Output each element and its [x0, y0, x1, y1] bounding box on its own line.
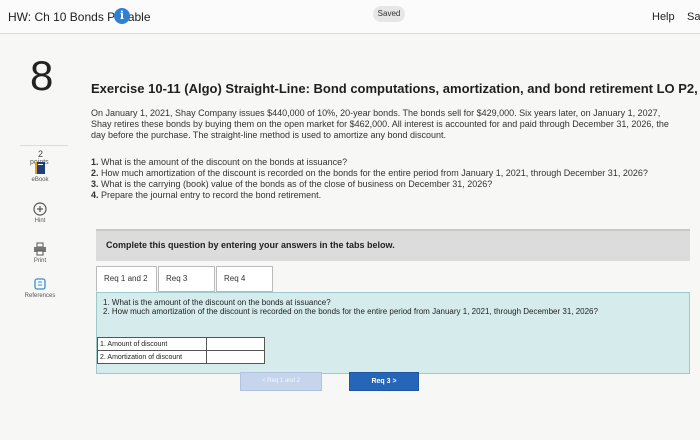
question-item: 4. Prepare the journal entry to record t… — [91, 190, 671, 201]
hint-button[interactable]: Hint — [0, 202, 80, 224]
question-number-1: 1. — [91, 157, 99, 167]
question-number-3: 3. — [91, 179, 99, 189]
question-number-4: 4. — [91, 190, 99, 200]
instruction-bar: Complete this question by entering your … — [96, 229, 690, 261]
next-req-button[interactable]: Req 3 > — [349, 372, 419, 391]
print-icon — [34, 242, 46, 256]
prev-req-button[interactable]: < Req 1 and 2 — [240, 372, 322, 391]
tab-req-4[interactable]: Req 4 — [216, 266, 273, 292]
question-text-2: How much amortization of the discount is… — [101, 168, 648, 178]
question-text-1: What is the amount of the discount on th… — [101, 157, 348, 167]
info-icon[interactable]: i — [114, 8, 130, 24]
answer-question-2: 2. How much amortization of the discount… — [103, 307, 598, 316]
instruction-text: Complete this question by entering your … — [106, 240, 395, 250]
hint-icon — [33, 202, 47, 216]
tab-req-3[interactable]: Req 3 — [158, 266, 215, 292]
answer-panel: 1. What is the amount of the discount on… — [96, 292, 690, 374]
saved-badge: Saved — [373, 6, 405, 22]
question-item: 3. What is the carrying (book) value of … — [91, 179, 671, 190]
book-icon — [35, 162, 45, 174]
amortization-of-discount-input[interactable] — [207, 351, 264, 362]
references-label: References — [24, 293, 56, 299]
print-label: Print — [33, 258, 47, 264]
table-row: 1. Amount of discount — [97, 337, 265, 351]
row-label-amortization-of-discount: 2. Amortization of discount — [97, 350, 207, 364]
question-item: 1. What is the amount of the discount on… — [91, 157, 671, 168]
top-bar: HW: Ch 10 Bonds Payable i Saved Help Sa — [0, 0, 700, 34]
question-list: 1. What is the amount of the discount on… — [91, 157, 671, 201]
ebook-label: eBook — [31, 177, 49, 183]
amount-of-discount-cell — [206, 337, 265, 351]
help-link[interactable]: Help — [652, 11, 675, 23]
hint-label: Hint — [34, 218, 46, 224]
sidebar-divider — [20, 145, 68, 146]
question-item: 2. How much amortization of the discount… — [91, 168, 671, 179]
question-text-4: Prepare the journal entry to record the … — [101, 190, 322, 200]
references-button[interactable]: References — [0, 277, 80, 299]
points-value: 2 — [38, 149, 44, 159]
question-number: 8 — [30, 52, 54, 99]
answer-table: 1. Amount of discount 2. Amortization of… — [97, 337, 265, 364]
question-text-3: What is the carrying (book) value of the… — [101, 179, 493, 189]
question-number-2: 2. — [91, 168, 99, 178]
question-sidebar: 8 2 points eBook Hint Print References — [0, 35, 80, 440]
ebook-button[interactable]: eBook — [0, 161, 80, 183]
exercise-title: Exercise 10-11 (Algo) Straight-Line: Bon… — [91, 81, 700, 96]
row-label-amount-of-discount: 1. Amount of discount — [97, 337, 207, 351]
amortization-of-discount-cell — [206, 350, 265, 364]
answer-question-1: 1. What is the amount of the discount on… — [103, 298, 331, 307]
print-button[interactable]: Print — [0, 242, 80, 264]
answer-questions: 1. What is the amount of the discount on… — [103, 298, 603, 316]
table-row: 2. Amortization of discount — [97, 350, 265, 364]
tab-req-1-and-2[interactable]: Req 1 and 2 — [96, 266, 157, 292]
amount-of-discount-input[interactable] — [207, 338, 264, 349]
problem-statement: On January 1, 2021, Shay Company issues … — [91, 108, 669, 140]
save-exit-link[interactable]: Sa — [687, 11, 700, 23]
references-icon — [34, 278, 46, 290]
